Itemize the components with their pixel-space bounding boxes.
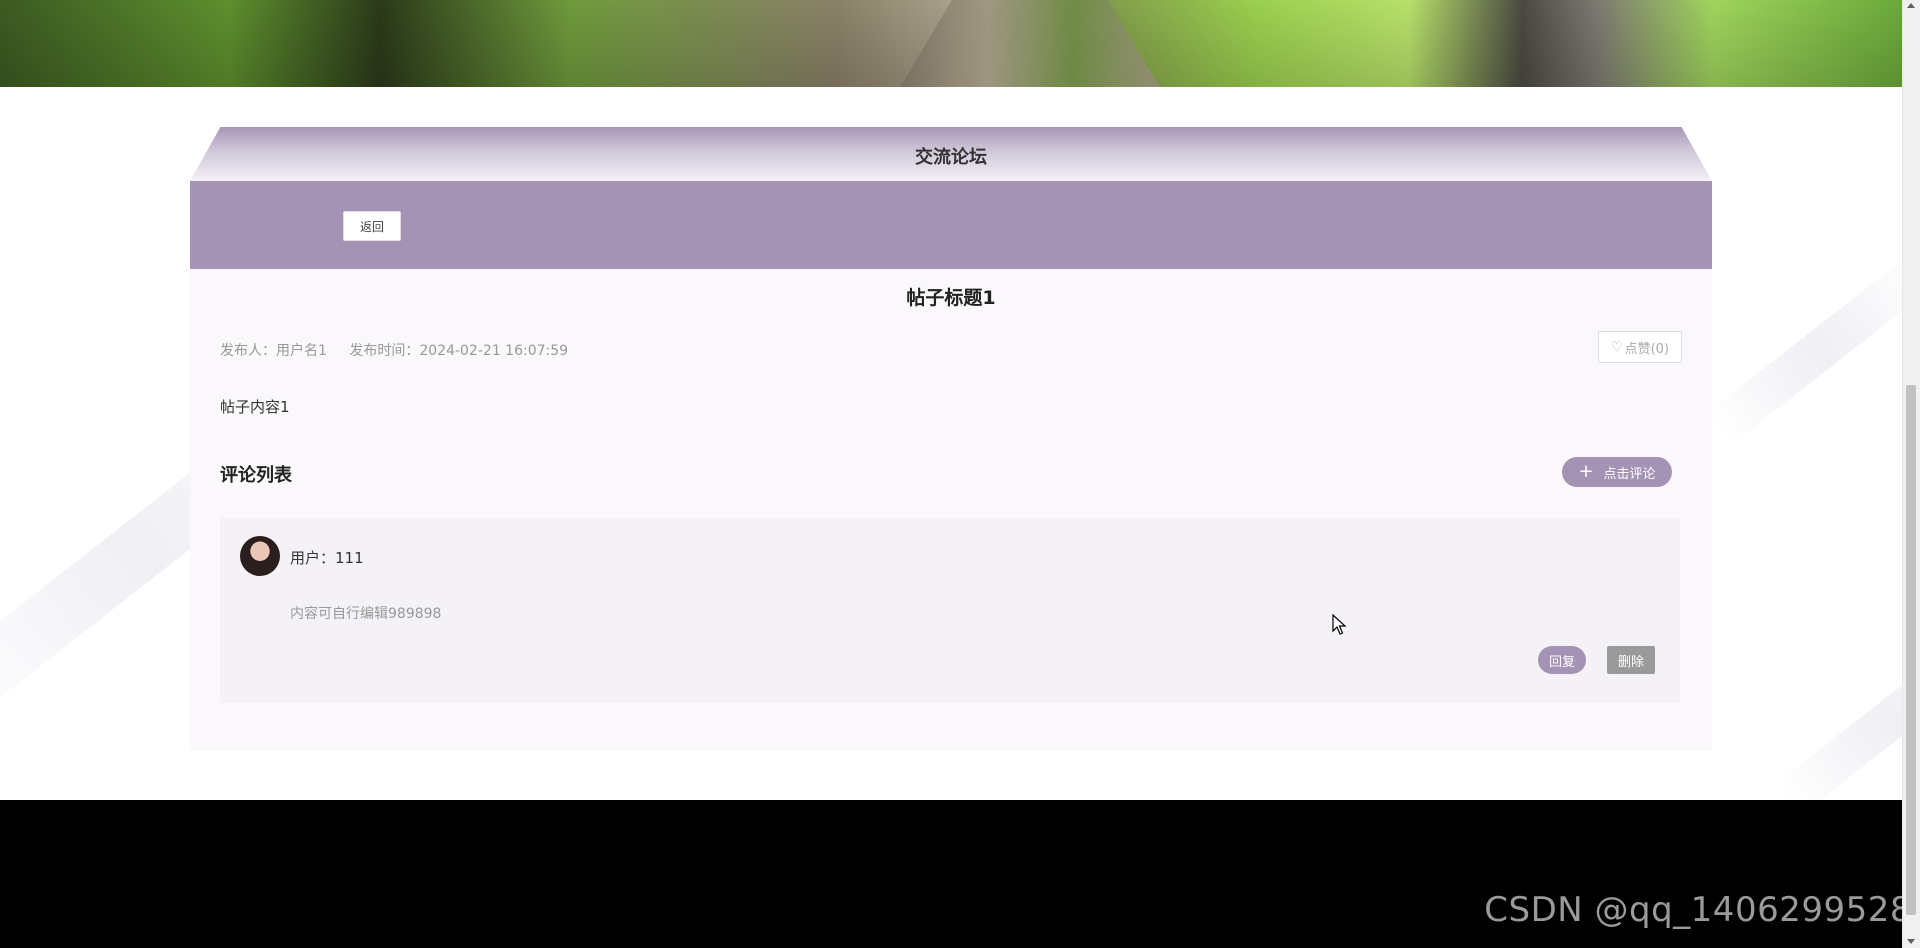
toolbar: 返回 [190, 181, 1712, 269]
scrollbar-thumb[interactable] [1906, 385, 1916, 915]
post-author: 发布人：用户名1 [220, 343, 327, 359]
post-meta: 发布人：用户名1 发布时间：2024-02-21 16:07:59 [220, 340, 586, 360]
bg-stripe [1705, 254, 1920, 446]
scroll-up-icon[interactable] [1907, 3, 1915, 8]
avatar [240, 536, 280, 576]
like-button[interactable]: ♡ 点赞(0) [1598, 331, 1682, 363]
back-button[interactable]: 返回 [343, 211, 401, 241]
bg-stripe [1775, 624, 1920, 816]
add-comment-label: 点击评论 [1603, 466, 1656, 482]
comment-user: 用户：111 [290, 549, 364, 567]
page: 交流论坛 返回 帖子标题1 发布人：用户名1 发布时间：2024-02-21 1… [0, 0, 1920, 948]
reply-button[interactable]: 回复 [1538, 646, 1586, 674]
hero-banner-image [0, 0, 1903, 87]
heart-icon: ♡ [1610, 339, 1623, 355]
post-title: 帖子标题1 [906, 287, 996, 309]
post-detail-card: 帖子标题1 发布人：用户名1 发布时间：2024-02-21 16:07:59 … [190, 269, 1712, 751]
forum-header: 交流论坛 [190, 127, 1712, 181]
vertical-scrollbar[interactable] [1902, 0, 1920, 948]
watermark: CSDN @qq_1406299528 [1484, 890, 1912, 930]
scroll-down-icon[interactable] [1907, 939, 1915, 944]
comments-heading: 评论列表 [220, 465, 292, 486]
banner-path [900, 0, 1160, 87]
forum-title: 交流论坛 [915, 147, 987, 168]
post-time: 发布时间：2024-02-21 16:07:59 [349, 343, 569, 359]
post-content: 帖子内容1 [220, 398, 290, 416]
like-label: 点赞(0) [1624, 341, 1670, 357]
delete-button[interactable]: 删除 [1607, 646, 1655, 674]
comment-item: 用户：111 内容可自行编辑989898 回复 删除 [220, 518, 1680, 703]
add-comment-button[interactable]: + 点击评论 [1562, 457, 1672, 487]
comment-text: 内容可自行编辑989898 [290, 606, 442, 622]
plus-icon: + [1578, 461, 1594, 482]
